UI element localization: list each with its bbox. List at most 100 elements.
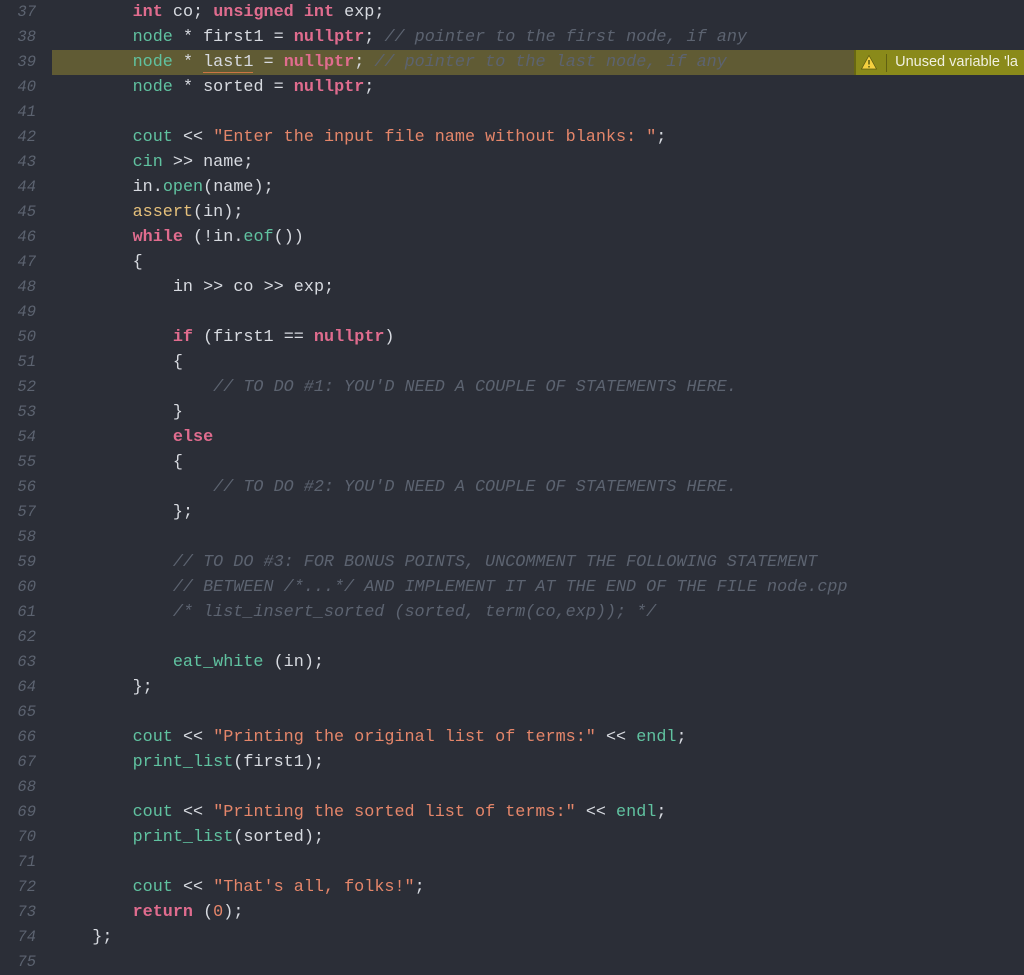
code-line[interactable]: while (!in.eof()) (52, 225, 1024, 250)
code-line[interactable] (52, 700, 1024, 725)
token-sp (193, 28, 203, 47)
code-line[interactable] (52, 300, 1024, 325)
code-line[interactable]: /* list_insert_sorted (sorted, term(co,e… (52, 600, 1024, 625)
token-op: >> (173, 153, 193, 172)
code-line[interactable]: return (0); (52, 900, 1024, 925)
token-punc: ( (233, 753, 243, 772)
code-line[interactable]: { (52, 450, 1024, 475)
code-line[interactable]: } (52, 400, 1024, 425)
token-id: co (233, 278, 253, 297)
code-line[interactable]: eat_white (in); (52, 650, 1024, 675)
token-sp (203, 128, 213, 147)
token-id: in (213, 228, 233, 247)
line-number: 38 (0, 25, 52, 50)
code-line[interactable] (52, 950, 1024, 975)
code-line[interactable]: if (first1 == nullptr) (52, 325, 1024, 350)
code-line[interactable]: // BETWEEN /*...*/ AND IMPLEMENT IT AT T… (52, 575, 1024, 600)
line-number: 62 (0, 625, 52, 650)
code-line[interactable]: print_list(sorted); (52, 825, 1024, 850)
code-line[interactable]: int co; unsigned int exp; (52, 0, 1024, 25)
token-op: ! (203, 228, 213, 247)
code-line[interactable]: node * first1 = nullptr; // pointer to t… (52, 25, 1024, 50)
token-sp (163, 153, 173, 172)
token-punc: ; (415, 878, 425, 897)
token-sp (52, 753, 133, 772)
code-line[interactable]: else (52, 425, 1024, 450)
code-line[interactable]: }; (52, 675, 1024, 700)
token-sp (274, 328, 284, 347)
token-punc: } (133, 678, 143, 697)
token-type: node (133, 28, 173, 47)
token-op: << (183, 728, 203, 747)
token-punc: ( (203, 903, 213, 922)
token-punc: ) (223, 203, 233, 222)
token-sp (253, 278, 263, 297)
token-sp (294, 3, 304, 22)
token-str: "That's all, folks!" (213, 878, 414, 897)
token-op: >> (203, 278, 223, 297)
token-type: cout (133, 728, 173, 747)
token-type: cout (133, 128, 173, 147)
token-sp (52, 928, 92, 947)
code-line[interactable]: in >> co >> exp; (52, 275, 1024, 300)
token-sp (52, 378, 213, 397)
token-null: nullptr (314, 328, 385, 347)
line-number: 64 (0, 675, 52, 700)
code-editor[interactable]: 3738394041424344454647484950515253545556… (0, 0, 1024, 969)
line-number: 65 (0, 700, 52, 725)
code-line[interactable]: }; (52, 500, 1024, 525)
code-line[interactable]: }; (52, 925, 1024, 950)
code-line[interactable] (52, 850, 1024, 875)
line-number: 39 (0, 50, 52, 75)
token-punc: ) (384, 328, 394, 347)
token-id: in (203, 203, 223, 222)
token-cmt: // TO DO #2: YOU'D NEED A COUPLE OF STAT… (213, 478, 737, 497)
code-line[interactable] (52, 100, 1024, 125)
code-line[interactable]: cin >> name; (52, 150, 1024, 175)
code-line[interactable]: cout << "Printing the original list of t… (52, 725, 1024, 750)
token-sp (203, 728, 213, 747)
token-type: node (133, 53, 173, 72)
line-number: 45 (0, 200, 52, 225)
token-kw: unsigned (213, 3, 294, 22)
code-line[interactable]: print_list(first1); (52, 750, 1024, 775)
code-line[interactable]: assert(in); (52, 200, 1024, 225)
token-call: print_list (133, 828, 234, 847)
token-str: "Printing the original list of terms:" (213, 728, 596, 747)
code-line[interactable]: cout << "That's all, folks!"; (52, 875, 1024, 900)
code-line[interactable]: node * sorted = nullptr; (52, 75, 1024, 100)
code-line[interactable]: { (52, 250, 1024, 275)
code-line[interactable] (52, 625, 1024, 650)
token-sp (284, 78, 294, 97)
token-id: first1 (213, 328, 273, 347)
token-punc: ) (294, 228, 304, 247)
token-sp (193, 53, 203, 72)
token-sp (193, 278, 203, 297)
token-punc: ( (274, 653, 284, 672)
token-null: nullptr (284, 53, 355, 72)
token-sp (203, 3, 213, 22)
line-number: 74 (0, 925, 52, 950)
line-number: 59 (0, 550, 52, 575)
code-line[interactable] (52, 775, 1024, 800)
token-id: sorted (243, 828, 303, 847)
code-area[interactable]: int co; unsigned int exp; node * first1 … (52, 0, 1024, 969)
line-number: 54 (0, 425, 52, 450)
code-line[interactable]: { (52, 350, 1024, 375)
token-punc: ( (193, 228, 203, 247)
code-line[interactable]: cout << "Enter the input file name witho… (52, 125, 1024, 150)
warning-banner[interactable]: Unused variable 'la (854, 50, 1024, 75)
line-number: 70 (0, 825, 52, 850)
token-id: first1 (203, 28, 263, 47)
token-sp (52, 353, 173, 372)
code-line[interactable]: in.open(name); (52, 175, 1024, 200)
code-line[interactable] (52, 525, 1024, 550)
code-line[interactable]: // TO DO #2: YOU'D NEED A COUPLE OF STAT… (52, 475, 1024, 500)
token-null: nullptr (294, 78, 365, 97)
token-sp (52, 728, 133, 747)
code-line[interactable]: // TO DO #3: FOR BONUS POINTS, UNCOMMENT… (52, 550, 1024, 575)
code-line[interactable]: // TO DO #1: YOU'D NEED A COUPLE OF STAT… (52, 375, 1024, 400)
token-sp (52, 553, 173, 572)
token-type: cout (133, 878, 173, 897)
code-line[interactable]: cout << "Printing the sorted list of ter… (52, 800, 1024, 825)
